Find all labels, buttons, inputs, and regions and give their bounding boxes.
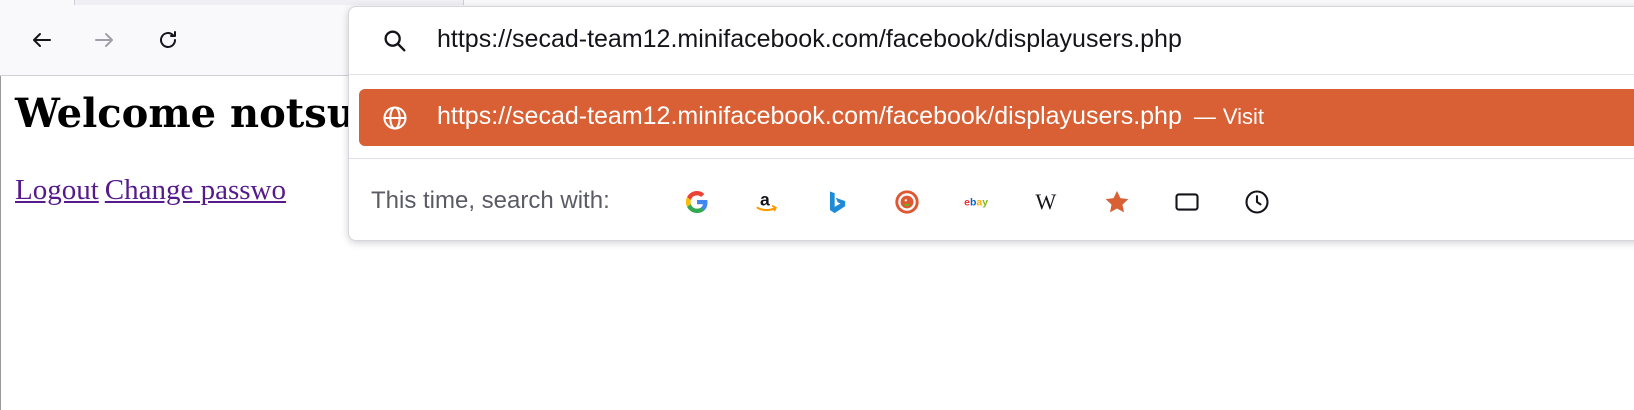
wikipedia-icon: W bbox=[1035, 189, 1056, 214]
wikipedia-engine-button[interactable]: W bbox=[1032, 187, 1062, 217]
suggestion-visit-label: Visit bbox=[1222, 104, 1264, 129]
search-icon bbox=[384, 30, 406, 52]
ebay-engine-button[interactable]: ebay bbox=[962, 187, 992, 217]
suggestion-separator: — bbox=[1193, 104, 1216, 129]
back-button[interactable] bbox=[24, 22, 60, 58]
change-password-link[interactable]: Change passwo bbox=[105, 174, 286, 206]
svg-text:a: a bbox=[760, 190, 770, 210]
amazon-icon: a bbox=[756, 190, 777, 212]
google-engine-button[interactable] bbox=[682, 187, 712, 217]
suggestion-text: https://secad-team12.minifacebook.com/fa… bbox=[437, 102, 1264, 131]
logout-link[interactable]: Logout bbox=[15, 174, 99, 206]
reload-button[interactable] bbox=[150, 22, 186, 58]
page-heading: Welcome notsu bbox=[15, 90, 356, 137]
forward-button[interactable] bbox=[86, 22, 122, 58]
bing-icon bbox=[830, 191, 846, 214]
google-icon bbox=[685, 190, 708, 214]
urlbar-dropdown: https://secad-team12.minifacebook.com/fa… bbox=[348, 6, 1634, 241]
suggestion-url: https://secad-team12.minifacebook.com/fa… bbox=[437, 102, 1182, 130]
search-with-label: This time, search with: bbox=[371, 187, 610, 214]
duckduckgo-icon bbox=[895, 190, 919, 214]
bing-engine-button[interactable] bbox=[822, 187, 852, 217]
reload-icon bbox=[160, 31, 176, 48]
urlbar-input[interactable]: https://secad-team12.minifacebook.com/fa… bbox=[437, 25, 1182, 54]
arrow-left-icon bbox=[33, 33, 51, 47]
tab-strip-edge bbox=[74, 0, 464, 5]
globe-icon bbox=[383, 106, 407, 130]
svg-text:ebay: ebay bbox=[964, 197, 988, 209]
search-engine-bar: This time, search with: a ebay W bbox=[349, 165, 1634, 237]
bookmarks-search-button[interactable] bbox=[1102, 187, 1132, 217]
tabs-search-button[interactable] bbox=[1172, 187, 1202, 217]
amazon-engine-button[interactable]: a bbox=[752, 187, 782, 217]
url-suggestion[interactable]: https://secad-team12.minifacebook.com/fa… bbox=[359, 89, 1634, 146]
arrow-right-icon bbox=[95, 33, 113, 47]
tab-icon bbox=[1175, 193, 1199, 211]
urlbar[interactable]: https://secad-team12.minifacebook.com/fa… bbox=[349, 7, 1634, 75]
svg-text:W: W bbox=[1035, 189, 1056, 214]
star-icon bbox=[1105, 190, 1129, 213]
ebay-icon: ebay bbox=[964, 197, 988, 209]
clock-icon bbox=[1245, 190, 1269, 214]
divider bbox=[349, 158, 1634, 159]
duckduckgo-engine-button[interactable] bbox=[892, 187, 922, 217]
page-links: Logout Change passwo bbox=[15, 174, 292, 207]
history-search-button[interactable] bbox=[1242, 187, 1272, 217]
